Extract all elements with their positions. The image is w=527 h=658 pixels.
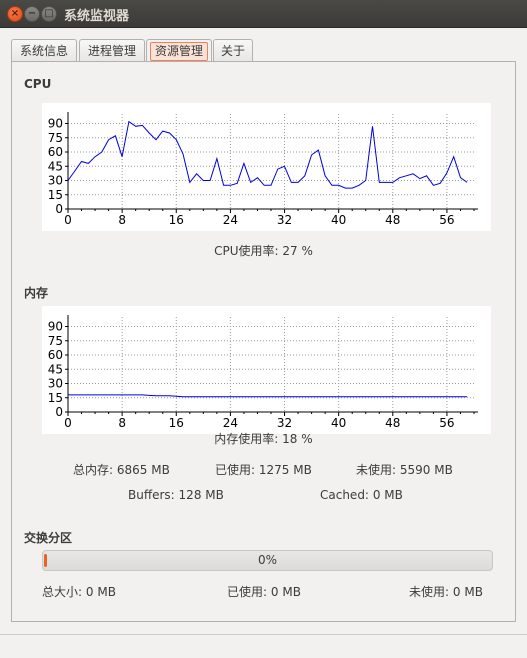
memory-buffers: Buffers: 128 MB <box>128 488 224 502</box>
title-bar: × − □ 系统监视器 <box>0 0 527 28</box>
cpu-x-tick-label: 56 <box>439 213 454 227</box>
swap-free-value: 0 <box>452 585 461 599</box>
memory-y-tick-label: 0 <box>55 405 63 419</box>
swap-free-label: 未使用: <box>409 585 450 599</box>
swap-section-title: 交换分区 <box>24 531 73 545</box>
memory-cached: Cached: 0 MB <box>320 488 403 502</box>
memory-x-tick-label: 32 <box>277 416 292 430</box>
memory-y-tick-label: 15 <box>48 391 63 405</box>
close-icon[interactable]: × <box>7 6 23 22</box>
tab-label: 进程管理 <box>87 44 136 58</box>
cpu-y-tick-label: 0 <box>55 202 63 216</box>
memory-used: 已使用: 1275 MB <box>215 461 312 478</box>
memory-x-tick-label: 8 <box>118 416 126 430</box>
cpu-y-tick-label: 60 <box>48 145 63 159</box>
memory-free-label: 未使用: <box>356 463 397 477</box>
cpu-usage-label: CPU使用率: <box>214 244 279 258</box>
cpu-x-tick-label: 16 <box>169 213 184 227</box>
memory-x-tick-label: 0 <box>64 416 72 430</box>
tab-label: 资源管理 <box>149 42 208 61</box>
swap-used: 已使用: 0 MB <box>227 583 301 600</box>
memory-total-label: 总内存: <box>73 463 114 477</box>
memory-y-tick-label: 90 <box>48 320 63 334</box>
memory-y-tick-label: 45 <box>48 362 63 376</box>
memory-x-tick-label: 24 <box>223 416 238 430</box>
cpu-x-tick-label: 8 <box>118 213 126 227</box>
memory-buffers-unit: MB <box>205 488 224 502</box>
cpu-y-tick-label: 30 <box>48 174 63 188</box>
cpu-y-tick-label: 90 <box>48 117 63 131</box>
memory-usage-line: 内存使用率: 18 % <box>0 430 527 447</box>
cpu-x-tick-label: 40 <box>331 213 346 227</box>
maximize-icon[interactable]: □ <box>41 6 57 22</box>
cpu-usage-unit: % <box>301 244 313 258</box>
memory-buffers-label: Buffers: <box>128 488 175 502</box>
memory-y-tick-label: 75 <box>48 334 63 348</box>
memory-series-line <box>68 394 468 398</box>
tab-label: 系统信息 <box>19 44 68 58</box>
memory-section-title: 内存 <box>24 286 49 300</box>
memory-used-unit: MB <box>293 463 312 477</box>
memory-x-tick-label: 48 <box>385 416 400 430</box>
cpu-chart: 0 15 30 45 60 75 90 0 8 16 24 32 40 48 56 <box>42 103 491 231</box>
cpu-y-tick-label: 15 <box>48 188 63 202</box>
memory-total-unit: MB <box>151 463 170 477</box>
memory-free-unit: MB <box>434 463 453 477</box>
cpu-chart-svg: 0153045607590 0 8 16 24 32 40 48 56 <box>48 112 478 227</box>
memory-x-tick-label: 16 <box>169 416 184 430</box>
minimize-icon[interactable]: − <box>24 6 40 22</box>
cpu-x-tick-label: 48 <box>385 213 400 227</box>
memory-usage-unit: % <box>301 432 313 446</box>
memory-free: 未使用: 5590 MB <box>356 461 453 478</box>
cpu-x-tick-label: 0 <box>64 213 72 227</box>
memory-total-value: 6865 <box>116 463 148 477</box>
memory-x-tick-label: 40 <box>331 416 346 430</box>
cpu-usage-line: CPU使用率: 27 % <box>0 242 527 259</box>
swap-used-label: 已使用: <box>227 585 268 599</box>
memory-total: 总内存: 6865 MB <box>73 461 170 478</box>
memory-chart-svg: 0153045607590 0 8 16 24 32 40 48 56 <box>48 315 478 430</box>
memory-usage-label: 内存使用率: <box>214 432 279 446</box>
memory-chart: 0 15 30 45 60 75 90 0 8 16 24 32 40 48 56 <box>42 306 491 434</box>
memory-usage-value: 18 <box>282 432 298 446</box>
memory-used-label: 已使用: <box>215 463 256 477</box>
cpu-y-tick-label: 45 <box>48 159 63 173</box>
memory-buffers-value: 128 <box>178 488 202 502</box>
swap-used-unit: MB <box>282 585 301 599</box>
swap-total-unit: MB <box>97 585 116 599</box>
cpu-x-tick-label: 32 <box>277 213 292 227</box>
memory-used-value: 1275 <box>258 463 290 477</box>
window-title: 系统监视器 <box>64 9 130 24</box>
swap-progress-bar: 0% <box>42 550 493 571</box>
bottom-divider <box>0 634 527 635</box>
swap-free-unit: MB <box>464 585 483 599</box>
swap-used-value: 0 <box>270 585 279 599</box>
tab-about[interactable]: 关于 <box>213 39 253 62</box>
cpu-y-tick-label: 75 <box>48 131 63 145</box>
tab-resources[interactable]: 资源管理 <box>146 39 212 63</box>
swap-total: 总大小: 0 MB <box>42 583 116 600</box>
memory-y-tick-label: 30 <box>48 377 63 391</box>
memory-cached-unit: MB <box>384 488 403 502</box>
swap-total-label: 总大小: <box>42 585 83 599</box>
swap-progress-text: 0% <box>257 553 278 567</box>
cpu-x-tick-label: 24 <box>223 213 238 227</box>
memory-cached-value: 0 <box>372 488 381 502</box>
swap-free: 未使用: 0 MB <box>409 583 483 600</box>
memory-cached-label: Cached: <box>320 488 369 502</box>
tab-system-info[interactable]: 系统信息 <box>11 39 77 62</box>
cpu-series-line <box>67 120 468 189</box>
cpu-section-title: CPU <box>24 77 52 91</box>
memory-x-tick-label: 56 <box>439 416 454 430</box>
cpu-usage-value: 27 <box>282 244 298 258</box>
memory-y-tick-label: 60 <box>48 348 63 362</box>
swap-total-value: 0 <box>85 585 94 599</box>
tab-process[interactable]: 进程管理 <box>79 39 145 62</box>
memory-free-value: 5590 <box>399 463 431 477</box>
tab-label: 关于 <box>220 44 245 58</box>
